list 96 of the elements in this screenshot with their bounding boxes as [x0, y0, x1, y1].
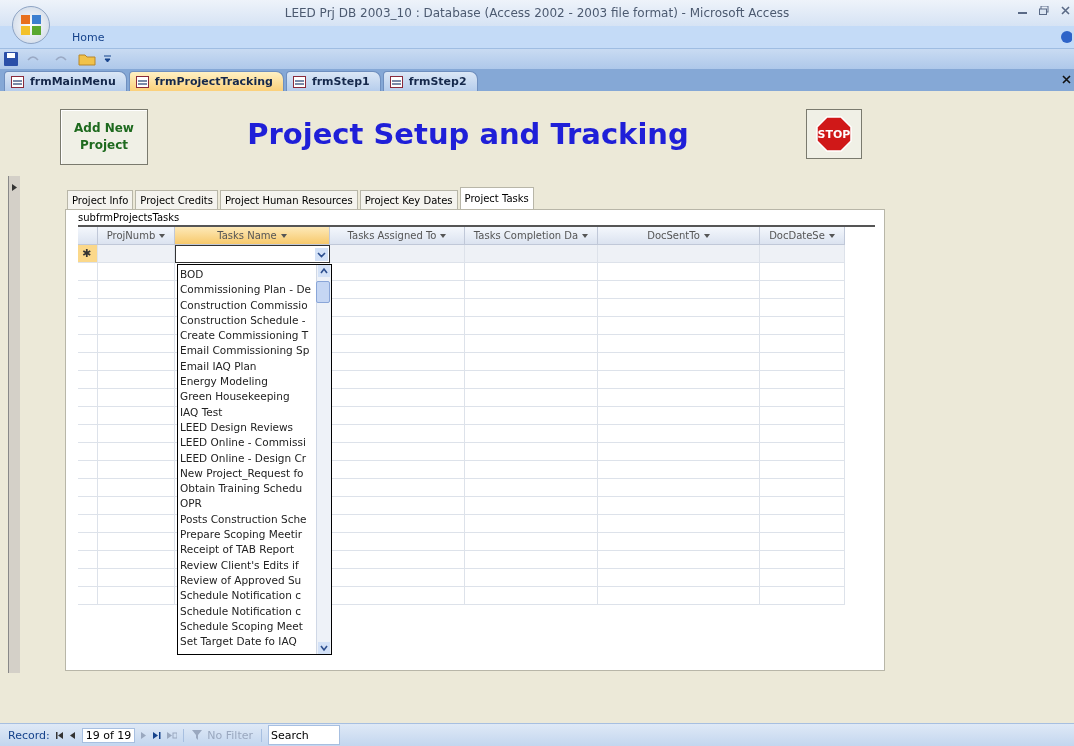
dropdown-item[interactable]: IAQ Test: [180, 404, 316, 420]
dropdown-item[interactable]: Prepare Scoping Meetir: [180, 527, 316, 543]
dropdown-arrow-icon[interactable]: [828, 233, 835, 238]
dropdown-arrow-icon[interactable]: [440, 233, 447, 238]
dropdown-item[interactable]: Posts Construction Sche: [180, 511, 316, 528]
dropdown-item[interactable]: LEED Design Reviews: [180, 419, 316, 436]
dropdown-item[interactable]: Energy Modeling: [180, 374, 316, 390]
column-header[interactable]: Tasks Name: [175, 227, 330, 245]
table-cell: [78, 425, 98, 443]
previous-arrow-icon: [68, 731, 76, 739]
form-tab[interactable]: Project Key Dates: [359, 190, 458, 209]
record-label: Record:: [8, 728, 50, 742]
dropdown-item[interactable]: Schedule Notification c: [180, 588, 316, 604]
dropdown-arrow-icon[interactable]: [703, 233, 710, 238]
dropdown-item[interactable]: Email Commissioning Sp: [180, 343, 316, 359]
column-header[interactable]: DocSentTo: [598, 227, 760, 245]
dropdown-item[interactable]: BOD: [180, 267, 316, 283]
column-header[interactable]: ProjNumb: [98, 227, 175, 245]
scroll-thumb[interactable]: [316, 281, 330, 303]
document-tab[interactable]: frmMainMenu: [4, 71, 127, 91]
dropdown-item[interactable]: Review Client's Edits if: [180, 557, 316, 573]
table-cell: [78, 533, 98, 551]
dropdown-arrow-icon[interactable]: [159, 233, 166, 238]
table-cell: [78, 353, 98, 371]
last-record-icon[interactable]: [153, 731, 162, 739]
table-cell: [78, 407, 98, 425]
column-header[interactable]: DocDateSe: [760, 227, 845, 245]
table-cell: [78, 281, 98, 299]
dropdown-item[interactable]: OPR: [180, 496, 316, 512]
restore-icon[interactable]: [1039, 6, 1049, 15]
table-cell: [78, 299, 98, 317]
dropdown-item[interactable]: Review of Approved Su: [180, 572, 316, 589]
ribbon-tab[interactable]: Home: [72, 30, 105, 44]
new-record-marker: ✱: [81, 247, 92, 260]
first-record-icon[interactable]: [55, 731, 63, 739]
document-tab[interactable]: frmStep2: [382, 71, 478, 91]
subform-label: subfrmProjectsTasks: [78, 211, 180, 225]
filter-icon: [192, 730, 205, 740]
form-tab[interactable]: Project Human Resources: [220, 190, 358, 209]
table-cell: [78, 587, 98, 605]
dropdown-item[interactable]: Email IAQ Plan: [180, 358, 316, 375]
dropdown-item[interactable]: Green Housekeeping: [180, 389, 316, 405]
dropdown-arrow-icon[interactable]: [582, 233, 589, 238]
form-title: Project Setup and Tracking: [246, 116, 690, 151]
dropdown-item[interactable]: Commissioning Plan - De: [180, 282, 316, 298]
form-icon: [11, 75, 24, 88]
add-new-project-button[interactable]: Add New Project: [60, 108, 148, 165]
stop-button[interactable]: STOP: [806, 108, 862, 159]
table-cell: [78, 569, 98, 587]
column-header[interactable]: Tasks Completion Da: [465, 227, 598, 245]
search-field[interactable]: Search: [268, 725, 340, 745]
scroll-up-icon[interactable]: [318, 265, 330, 277]
previous-record-icon[interactable]: [68, 731, 76, 739]
table-cell: [78, 497, 98, 515]
table-cell: [78, 461, 98, 479]
table-cell: [78, 317, 98, 335]
dropdown-item[interactable]: Receipt of TAB Report: [180, 542, 316, 558]
dropdown-item[interactable]: Obtain Training Schedu: [180, 481, 316, 497]
table-cell: [78, 335, 98, 353]
save-icon[interactable]: [4, 52, 18, 66]
table-cell: [78, 479, 98, 497]
dropdown-item[interactable]: LEED Online - Commissi: [180, 435, 316, 451]
table-cell: [78, 443, 98, 461]
dropdown-item[interactable]: Construction Commissio: [180, 297, 316, 313]
dropdown-item[interactable]: Schedule Notification c: [180, 603, 316, 619]
dropdown-item[interactable]: Create Commissioning T: [180, 328, 316, 344]
current-record-icon: [11, 184, 18, 191]
form-tab[interactable]: Project Credits: [135, 190, 218, 209]
dropdown-item[interactable]: Schedule Scoping Meet: [180, 618, 316, 635]
close-icon[interactable]: [1061, 6, 1070, 15]
table-cell: [78, 551, 98, 569]
form-tab[interactable]: Project Tasks: [459, 187, 534, 209]
scroll-down-icon[interactable]: [318, 642, 330, 654]
customize-icon[interactable]: [104, 55, 111, 63]
document-tab[interactable]: frmStep1: [285, 71, 381, 91]
tasks-name-combo[interactable]: [175, 245, 330, 263]
first-arrow-icon: [55, 731, 63, 739]
form-tab[interactable]: Project Info: [67, 190, 134, 209]
dropdown-item[interactable]: New Project_Request fo: [180, 465, 316, 482]
dropdown-item[interactable]: LEED Online - Design Cr: [180, 450, 316, 466]
dropdown-item[interactable]: Set Target Date fo IAQ: [180, 634, 316, 650]
table-cell: [78, 515, 98, 533]
form-icon: [292, 75, 306, 88]
column-header[interactable]: Tasks Assigned To: [330, 227, 465, 245]
form-icon: [389, 75, 403, 88]
table-cell: [78, 389, 98, 407]
dropdown-item[interactable]: Construction Schedule -: [180, 312, 316, 329]
document-tab[interactable]: frmProjectTracking: [128, 71, 284, 91]
window-title: LEED Prj DB 2003_10 : Database (Access 2002 - 2003 file format) - Microsoft Access: [284, 6, 790, 20]
table-cell: [78, 371, 98, 389]
help-icon[interactable]: [1060, 30, 1072, 44]
office-logo-icon: [20, 14, 42, 36]
record-position-field[interactable]: 19 of 19: [81, 727, 136, 743]
form-icon: [135, 75, 149, 88]
dropdown-arrow-icon[interactable]: [280, 233, 287, 238]
close-icon[interactable]: [1062, 75, 1071, 84]
